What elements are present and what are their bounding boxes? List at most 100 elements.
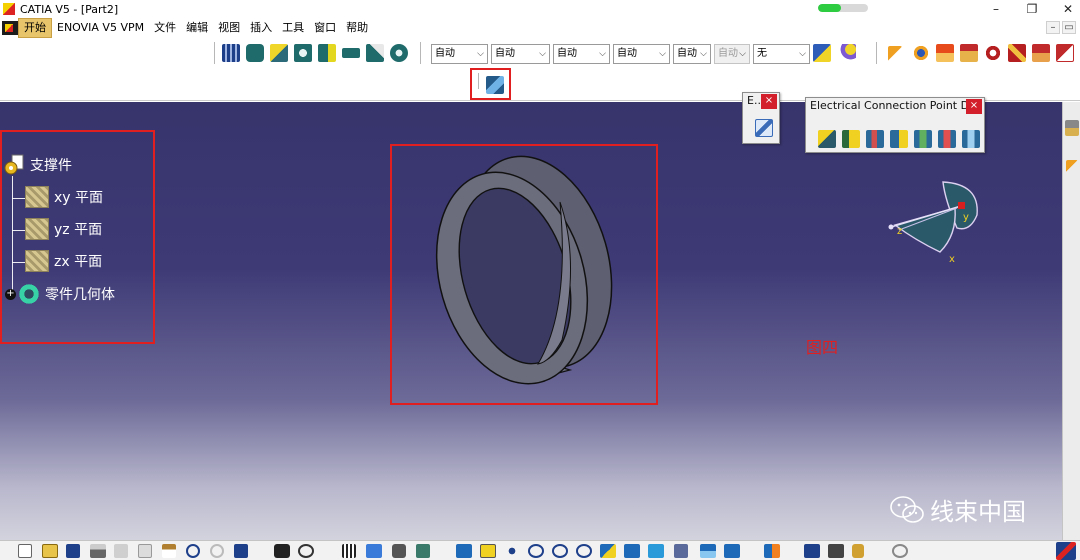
fit-all-icon[interactable] bbox=[480, 544, 496, 558]
graphic-property-combo-1[interactable]: 自动 ⌵ bbox=[431, 44, 488, 64]
save-icon[interactable] bbox=[66, 544, 80, 558]
menu-insert[interactable]: 插入 bbox=[245, 19, 277, 37]
3d-viewport[interactable]: 支撑件 xy 平面 yz 平面 zx 平面 + 零件几何体 图四 y z x 线… bbox=[0, 102, 1062, 540]
doc-restore-button[interactable]: ▭ bbox=[1062, 21, 1076, 34]
menu-start[interactable]: 开始 bbox=[18, 18, 52, 38]
menu-help[interactable]: 帮助 bbox=[341, 19, 373, 37]
shading-icon[interactable] bbox=[674, 544, 688, 558]
layer-combo[interactable]: 无 ⌵ bbox=[753, 44, 810, 64]
formula-icon[interactable] bbox=[274, 544, 290, 558]
connector-point-icon[interactable] bbox=[912, 44, 930, 62]
pan-icon[interactable] bbox=[504, 544, 520, 558]
select-arrow-icon[interactable] bbox=[888, 46, 902, 64]
menu-edit[interactable]: 编辑 bbox=[181, 19, 213, 37]
swirl-icon[interactable] bbox=[892, 544, 908, 558]
swap-space-icon[interactable] bbox=[724, 544, 740, 558]
update-icon[interactable] bbox=[764, 544, 780, 558]
new-file-icon[interactable] bbox=[18, 544, 32, 558]
harness-icon[interactable] bbox=[960, 44, 978, 62]
graphic-property-combo-5[interactable]: 自动 ⌵ bbox=[673, 44, 711, 64]
floating-toolbar-small[interactable]: E... × bbox=[742, 92, 780, 144]
graphic-property-combo-2[interactable]: 自动 ⌵ bbox=[491, 44, 550, 64]
menu-window[interactable]: 窗口 bbox=[309, 19, 341, 37]
zoom-in-icon[interactable] bbox=[552, 544, 568, 558]
minimize-button[interactable]: – bbox=[978, 0, 1014, 18]
painter-icon[interactable] bbox=[813, 44, 831, 62]
tree-node-zx-plane[interactable]: zx 平面 bbox=[25, 250, 102, 272]
watermark: 线束中国 bbox=[890, 492, 1026, 527]
measure-icon[interactable] bbox=[804, 544, 820, 558]
redo-icon[interactable] bbox=[210, 544, 224, 558]
bottle-icon[interactable] bbox=[852, 544, 864, 558]
bundle-connection-icon[interactable] bbox=[842, 130, 860, 148]
close-button[interactable]: ✕ bbox=[1050, 0, 1080, 18]
tree-connector bbox=[12, 198, 26, 199]
paste-icon[interactable] bbox=[162, 544, 176, 558]
knowledge-icon[interactable] bbox=[366, 544, 382, 558]
termination-icon[interactable] bbox=[890, 130, 908, 148]
graphic-property-combo-3[interactable]: 自动 ⌵ bbox=[553, 44, 610, 64]
cut-icon[interactable] bbox=[114, 544, 128, 558]
graphic-property-combo-4[interactable]: 自动 ⌵ bbox=[613, 44, 670, 64]
ring-part-3d-model[interactable] bbox=[420, 150, 620, 390]
normal-view-icon[interactable] bbox=[600, 544, 616, 558]
menu-file[interactable]: 文件 bbox=[149, 19, 181, 37]
shell-icon[interactable] bbox=[962, 130, 980, 148]
solid-box-icon[interactable] bbox=[246, 44, 264, 62]
zoom-out-icon[interactable] bbox=[576, 544, 592, 558]
bottom-toolbar bbox=[0, 540, 1080, 560]
fly-icon[interactable] bbox=[456, 544, 472, 558]
floating-toolbar-close-button[interactable]: × bbox=[761, 94, 777, 109]
undo-icon[interactable] bbox=[186, 544, 200, 558]
tree-node-label: 零件几何体 bbox=[45, 287, 115, 303]
tree-node-body[interactable]: + 零件几何体 bbox=[5, 283, 115, 305]
menu-enovia[interactable]: ENOVIA V5 VPM bbox=[52, 19, 149, 37]
export-icon[interactable] bbox=[1056, 44, 1074, 62]
catalog-icon[interactable] bbox=[416, 544, 430, 558]
comment-icon[interactable] bbox=[298, 544, 314, 558]
print-icon[interactable] bbox=[90, 544, 106, 558]
rotate-icon[interactable] bbox=[528, 544, 544, 558]
tree-node-xy-plane[interactable]: xy 平面 bbox=[25, 186, 103, 208]
side-arrow-icon[interactable] bbox=[1066, 160, 1078, 174]
lock-icon[interactable] bbox=[392, 544, 406, 558]
iso-view-icon[interactable] bbox=[648, 544, 664, 558]
copy-icon[interactable] bbox=[138, 544, 152, 558]
table-icon[interactable] bbox=[342, 544, 356, 558]
menu-view[interactable]: 视图 bbox=[213, 19, 245, 37]
expand-plus-icon[interactable]: + bbox=[5, 288, 16, 300]
connector-icon[interactable] bbox=[318, 44, 336, 62]
floating-toolbar-close-button[interactable]: × bbox=[966, 99, 982, 114]
app-menu-icon[interactable] bbox=[2, 21, 18, 35]
multi-view-icon[interactable] bbox=[624, 544, 640, 558]
cavity-icon[interactable] bbox=[866, 130, 884, 148]
tools-icon[interactable] bbox=[1008, 44, 1026, 62]
search-part-icon[interactable] bbox=[984, 44, 1002, 62]
menu-tools[interactable]: 工具 bbox=[277, 19, 309, 37]
format-brush-icon[interactable] bbox=[838, 44, 856, 62]
hide-show-icon[interactable] bbox=[700, 544, 716, 558]
floating-toolbar-ecp[interactable]: Electrical Connection Point De... × bbox=[805, 97, 985, 153]
compass-widget[interactable]: y z x bbox=[885, 180, 985, 270]
side-tool-icon[interactable] bbox=[1065, 120, 1079, 136]
restore-button[interactable]: ❐ bbox=[1014, 0, 1050, 18]
flag-icon[interactable] bbox=[1032, 44, 1050, 62]
slot-icon[interactable] bbox=[366, 44, 384, 62]
rib-icon[interactable] bbox=[342, 48, 360, 58]
inertia-icon[interactable] bbox=[828, 544, 844, 558]
pin-icon[interactable] bbox=[938, 130, 956, 148]
toolbar-separator bbox=[876, 42, 878, 64]
mesh-icon[interactable] bbox=[222, 44, 240, 62]
doc-minimize-button[interactable]: – bbox=[1046, 21, 1060, 34]
electrical-part-icon[interactable] bbox=[755, 119, 773, 137]
connector-icon[interactable] bbox=[914, 130, 932, 148]
pocket-icon[interactable] bbox=[270, 44, 288, 62]
device-icon[interactable] bbox=[936, 44, 954, 62]
help-icon[interactable] bbox=[234, 544, 248, 558]
connection-point-icon[interactable] bbox=[818, 130, 836, 148]
tree-root-node[interactable]: 支撑件 bbox=[4, 154, 72, 176]
shaft-icon[interactable] bbox=[390, 44, 408, 62]
tree-node-yz-plane[interactable]: yz 平面 bbox=[25, 218, 102, 240]
open-folder-icon[interactable] bbox=[42, 544, 58, 558]
hole-icon[interactable] bbox=[294, 44, 312, 62]
